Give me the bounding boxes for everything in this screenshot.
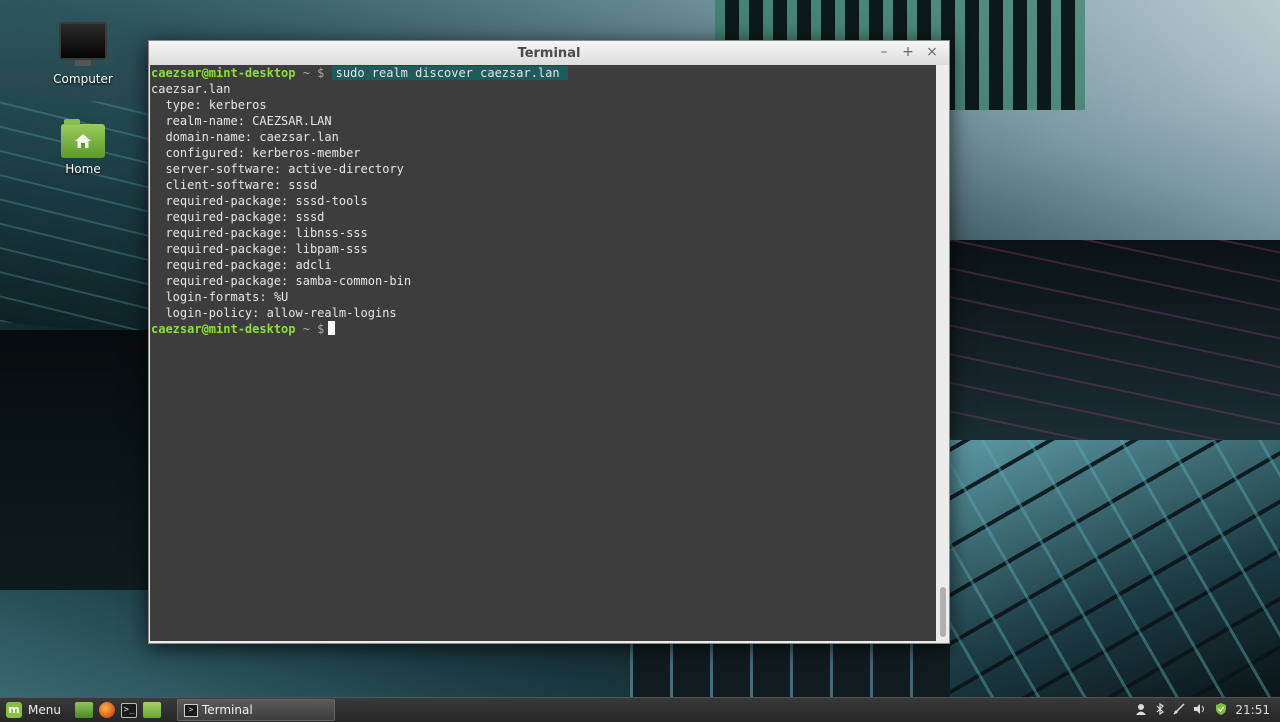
output-line: required-package: libpam-sss	[151, 242, 368, 256]
taskbar-item-terminal[interactable]: > Terminal	[176, 699, 335, 721]
shield-icon[interactable]	[1215, 702, 1227, 719]
task-label: Terminal	[201, 703, 253, 717]
network-icon[interactable]	[1173, 702, 1185, 718]
firefox-icon[interactable]	[98, 702, 115, 718]
window-title: Terminal	[517, 46, 581, 61]
terminal-icon: >	[183, 703, 198, 717]
wallpaper-shadow	[0, 330, 150, 590]
prompt-line: caezsar@mint-desktop ~ $ sudo realm disc…	[151, 65, 936, 81]
output-line: configured: kerberos-member	[151, 146, 361, 160]
scrollbar-thumb[interactable]	[940, 587, 946, 637]
output-line: login-policy: allow-realm-logins	[151, 306, 397, 320]
maximize-button[interactable]: +	[901, 44, 915, 60]
wallpaper-building	[945, 240, 1280, 440]
output-line: client-software: sssd	[151, 178, 318, 192]
output-line: caezsar.lan	[151, 82, 231, 96]
wallpaper-building	[630, 640, 950, 698]
bluetooth-icon[interactable]	[1155, 702, 1165, 718]
output-line: required-package: libnss-sss	[151, 226, 368, 240]
desktop-icon-home[interactable]: Home	[33, 119, 133, 176]
show-desktop-icon[interactable]	[74, 702, 93, 718]
menu-label: Menu	[28, 703, 61, 717]
menu-button[interactable]: m Menu	[0, 698, 69, 722]
text-cursor	[328, 321, 336, 335]
window-titlebar[interactable]: Terminal – + ×	[149, 41, 949, 65]
wallpaper-building	[945, 440, 1280, 698]
desktop-icon-label: Computer	[53, 72, 113, 86]
output-line: required-package: sssd	[151, 210, 325, 224]
prompt-user: caezsar@mint-desktop	[151, 322, 296, 336]
terminal-scrollbar[interactable]	[937, 65, 949, 641]
output-line: login-formats: %U	[151, 290, 289, 304]
prompt-user: caezsar@mint-desktop	[151, 66, 296, 80]
output-line: server-software: active-directory	[151, 162, 404, 176]
volume-icon[interactable]	[1193, 703, 1207, 718]
terminal-output[interactable]: caezsar@mint-desktop ~ $ sudo realm disc…	[150, 65, 936, 641]
terminal-window[interactable]: Terminal – + × caezsar@mint-desktop ~ $ …	[148, 40, 950, 644]
output-line: realm-name: CAEZSAR.LAN	[151, 114, 332, 128]
close-button[interactable]: ×	[925, 44, 939, 60]
clock[interactable]: 21:51	[1235, 703, 1270, 717]
user-icon[interactable]	[1135, 703, 1147, 718]
prompt-line: caezsar@mint-desktop ~ $	[151, 321, 936, 337]
computer-icon	[59, 22, 107, 66]
home-folder-icon	[61, 119, 105, 158]
command-text: sudo realm discover caezsar.lan	[331, 66, 568, 80]
output-line: domain-name: caezsar.lan	[151, 130, 339, 144]
taskbar: m Menu >_ > Terminal 21:51	[0, 697, 1280, 722]
output-line: required-package: samba-common-bin	[151, 274, 412, 288]
output-line: required-package: adcli	[151, 258, 332, 272]
desktop-icon-computer[interactable]: Computer	[33, 22, 133, 86]
desktop-icon-label: Home	[65, 162, 101, 176]
files-icon[interactable]	[142, 702, 161, 718]
prompt-symbol: ~ $	[295, 322, 325, 336]
terminal-icon[interactable]: >_	[120, 702, 137, 718]
output-line: required-package: sssd-tools	[151, 194, 368, 208]
minimize-button[interactable]: –	[877, 44, 891, 60]
prompt-symbol: ~ $	[295, 66, 325, 80]
output-line: type: kerberos	[151, 98, 267, 112]
mint-logo-icon: m	[6, 702, 22, 718]
